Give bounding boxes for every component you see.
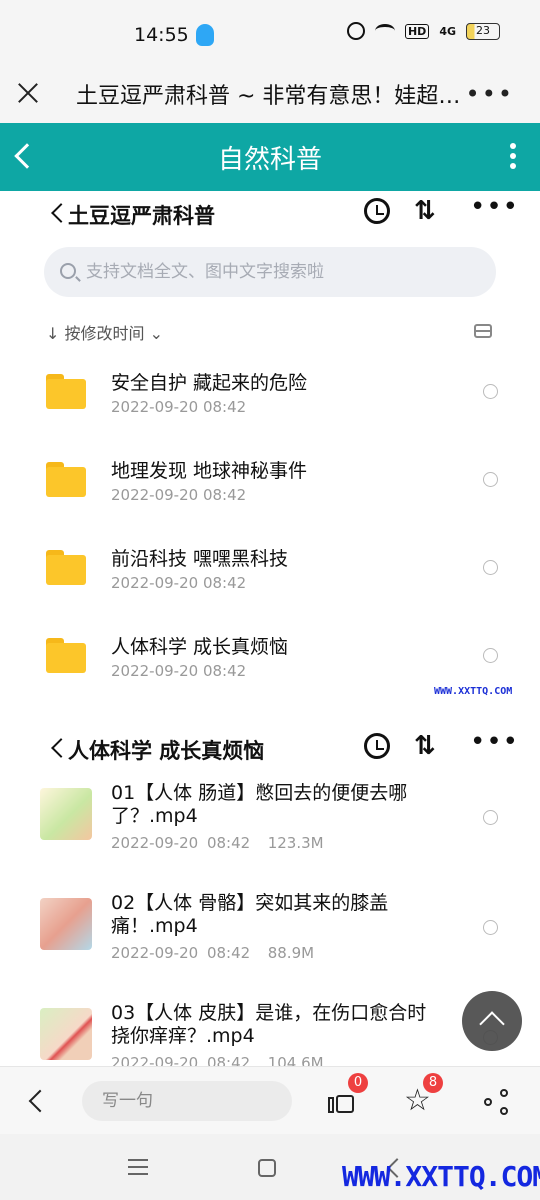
select-radio[interactable] — [483, 472, 498, 487]
subfolder-header: 人体科学 成长真烦恼 ⇅ ••• — [0, 725, 540, 775]
file-meta: 2022-09-20 08:42 88.9M — [111, 944, 314, 962]
folder-icon — [46, 550, 86, 585]
status-bar: 14:55 HD 4G 23 — [0, 0, 540, 68]
folder-icon — [46, 462, 86, 497]
battery-indicator: 23 — [466, 22, 500, 40]
folder-date: 2022-09-20 08:42 — [111, 398, 247, 416]
subfolder-title[interactable]: 人体科学 成长真烦恼 — [68, 735, 264, 765]
share-icon[interactable] — [484, 1089, 510, 1115]
app-header: 自然科普 — [0, 123, 540, 191]
select-radio[interactable] — [483, 384, 498, 399]
like-count-badge: 0 — [348, 1073, 368, 1093]
file-name: 02【人体 骨骼】突如其来的膝盖痛！.mp4 — [111, 892, 389, 937]
hd-indicator: HD — [404, 23, 430, 39]
status-time: 14:55 — [134, 24, 189, 46]
folder-name: 前沿科技 嘿嘿黑科技 — [111, 548, 289, 570]
select-radio[interactable] — [483, 810, 498, 825]
recent-apps-icon[interactable] — [128, 1159, 148, 1180]
favorite-count-badge: 8 — [423, 1073, 443, 1093]
header-menu-icon[interactable] — [510, 143, 516, 173]
search-bar[interactable] — [44, 247, 496, 297]
file-name: 01【人体 肠道】憋回去的便便去哪了？.mp4 — [111, 782, 408, 827]
file-meta: 2022-09-20 08:42 123.3M — [111, 834, 324, 852]
folder-row[interactable]: 地理发现 地球神秘事件 2022-09-20 08:42 — [0, 440, 540, 528]
sort-toggle-icon[interactable]: ⇅ — [414, 731, 436, 761]
history-icon[interactable] — [364, 733, 390, 759]
folder-date: 2022-09-20 08:42 — [111, 486, 247, 504]
folder-name: 安全自护 藏起来的危险 — [111, 372, 308, 394]
home-icon[interactable] — [258, 1159, 276, 1177]
history-icon[interactable] — [364, 198, 390, 224]
folder-date: 2022-09-20 08:42 — [111, 574, 247, 592]
file-size: 123.3M — [267, 834, 324, 852]
file-row[interactable]: 02【人体 骨骼】突如其来的膝盖痛！.mp4 2022-09-20 08:42 … — [0, 892, 540, 992]
subfolder-more-button[interactable]: ••• — [470, 727, 519, 757]
select-radio[interactable] — [483, 920, 498, 935]
comment-input[interactable] — [82, 1081, 292, 1121]
browser-title-bar: 土豆逗严肃科普 ~ 非常有意思！娃超… ••• — [0, 68, 540, 123]
page-title: 土豆逗严肃科普 ~ 非常有意思！娃超… — [76, 84, 461, 109]
video-thumbnail — [40, 1008, 92, 1060]
folder-header: 土豆逗严肃科普 ⇅ ••• — [0, 190, 540, 240]
comment-box[interactable] — [82, 1081, 292, 1121]
watermark-large: WWW.XXTTQ.COM — [342, 1160, 540, 1193]
view-toggle-icon[interactable] — [474, 324, 492, 338]
file-row[interactable]: 01【人体 肠道】憋回去的便便去哪了？.mp4 2022-09-20 08:42… — [0, 782, 540, 882]
file-size: 88.9M — [267, 944, 315, 962]
folder-date: 2022-09-20 08:42 — [111, 662, 247, 680]
file-date: 2022-09-20 08:42 — [111, 834, 251, 852]
alarm-icon — [346, 22, 365, 40]
bottom-action-bar: 0 ☆ 8 — [0, 1066, 540, 1134]
file-name: 03【人体 皮肤】是谁，在伤口愈合时挠你痒痒？.mp4 — [111, 1002, 427, 1047]
folder-name: 地理发现 地球神秘事件 — [111, 460, 308, 482]
sort-dropdown[interactable]: ↓ 按修改时间 ⌄ — [46, 320, 163, 344]
select-radio[interactable] — [483, 648, 498, 663]
close-icon[interactable] — [16, 80, 40, 104]
file-date: 2022-09-20 08:42 — [111, 944, 251, 962]
video-thumbnail — [40, 788, 92, 840]
folder-row[interactable]: 前沿科技 嘿嘿黑科技 2022-09-20 08:42 — [0, 528, 540, 616]
watermark-small: WWW.XXTTQ.COM — [434, 686, 513, 697]
folder-name: 人体科学 成长真烦恼 — [111, 636, 289, 658]
folder-more-button[interactable]: ••• — [470, 192, 519, 222]
search-input[interactable] — [86, 247, 486, 297]
select-radio[interactable] — [483, 560, 498, 575]
folder-title[interactable]: 土豆逗严肃科普 — [68, 200, 215, 230]
bottom-back-icon[interactable] — [28, 1089, 52, 1113]
folder-row[interactable]: 安全自护 藏起来的危险 2022-09-20 08:42 — [0, 352, 540, 440]
search-icon — [60, 263, 76, 279]
video-thumbnail — [40, 898, 92, 950]
sort-toggle-icon[interactable]: ⇅ — [414, 196, 436, 226]
qq-notification-icon — [196, 24, 214, 46]
header-title: 自然科普 — [217, 145, 322, 175]
wifi-icon — [374, 24, 395, 38]
scroll-to-top-button[interactable] — [462, 991, 522, 1051]
signal-indicator: 4G — [439, 24, 456, 38]
folder-icon — [46, 638, 86, 673]
more-menu-button[interactable]: ••• — [466, 80, 514, 108]
folder-icon — [46, 374, 86, 409]
